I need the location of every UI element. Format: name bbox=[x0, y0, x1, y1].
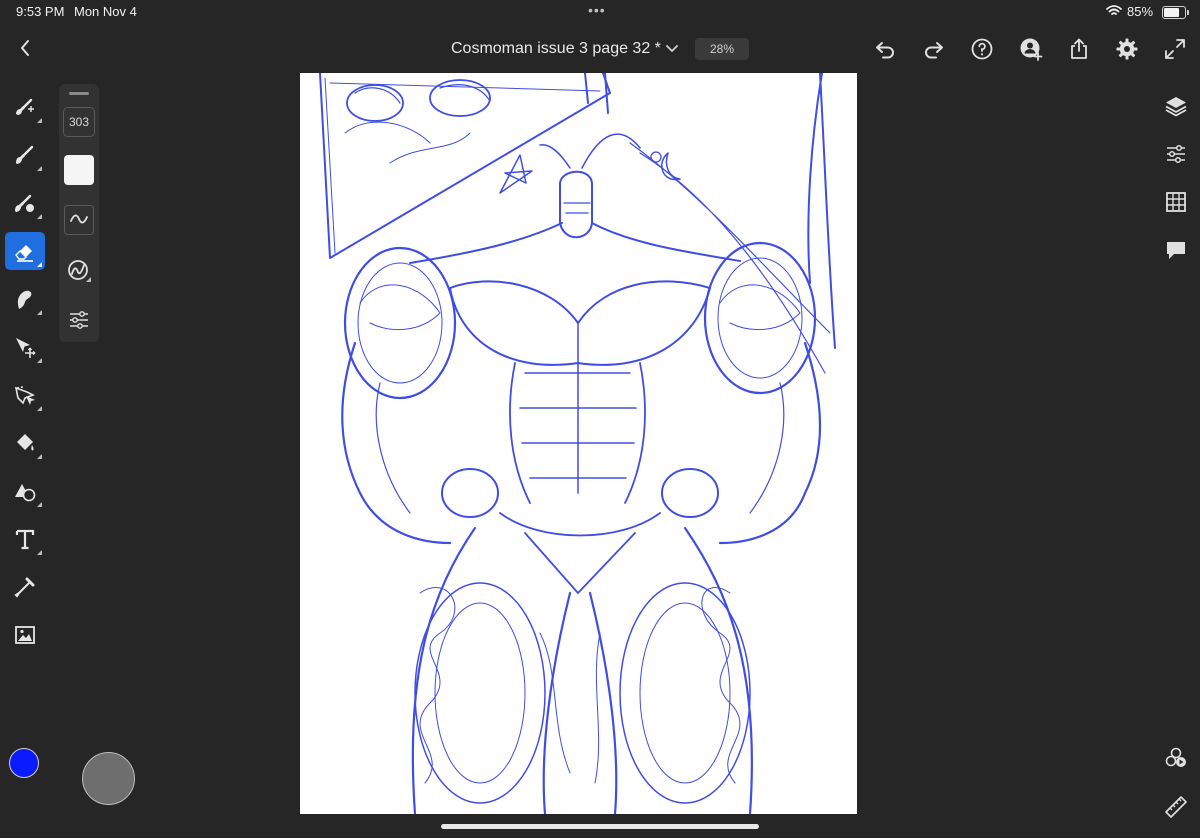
home-indicator[interactable] bbox=[441, 824, 759, 829]
fill-tool[interactable] bbox=[5, 424, 45, 462]
eyedropper-tool[interactable] bbox=[5, 568, 45, 606]
battery-icon bbox=[1162, 6, 1189, 19]
eyedropper-icon bbox=[14, 577, 35, 598]
share-icon[interactable] bbox=[1067, 37, 1091, 61]
text-tool[interactable] bbox=[5, 520, 45, 558]
eraser-icon bbox=[15, 245, 33, 262]
sketch-artwork bbox=[319, 73, 836, 814]
settings-icon[interactable] bbox=[1115, 37, 1139, 61]
invite-icon[interactable] bbox=[1019, 37, 1043, 61]
help-icon[interactable] bbox=[970, 37, 994, 61]
paint-brush-tool[interactable] bbox=[5, 88, 45, 126]
image-tool[interactable] bbox=[5, 616, 45, 654]
shapes-tool[interactable] bbox=[5, 472, 45, 510]
grid-icon[interactable] bbox=[1164, 190, 1188, 214]
battery-percent: 85% bbox=[1127, 4, 1154, 19]
selection-tool[interactable] bbox=[5, 376, 45, 414]
current-color-swatch[interactable] bbox=[9, 748, 39, 778]
multitask-dots[interactable]: ••• bbox=[588, 2, 606, 18]
brush-sliders-icon[interactable] bbox=[65, 306, 93, 334]
live-brush-icon bbox=[15, 194, 34, 212]
brush-settings-panel: 303 bbox=[59, 84, 99, 342]
top-bar: Cosmoman issue 3 page 32 * 28% bbox=[0, 24, 1200, 74]
text-icon bbox=[15, 529, 35, 550]
pixel-brush-tool[interactable] bbox=[5, 136, 45, 174]
brush-size[interactable]: 303 bbox=[63, 107, 95, 137]
properties-icon[interactable] bbox=[1164, 142, 1188, 166]
brush-dynamics-icon[interactable] bbox=[65, 256, 93, 284]
document-title[interactable]: Cosmoman issue 3 page 32 * bbox=[451, 40, 661, 58]
lasso-icon bbox=[14, 386, 35, 405]
layers-icon[interactable] bbox=[1164, 94, 1188, 118]
transform-tool[interactable] bbox=[5, 328, 45, 366]
wifi-icon bbox=[1106, 5, 1122, 15]
status-date: Mon Nov 4 bbox=[74, 4, 137, 19]
right-rail bbox=[1152, 74, 1200, 838]
ruler-icon[interactable] bbox=[1164, 795, 1188, 819]
recolor-icon[interactable] bbox=[1164, 746, 1188, 770]
touch-shortcut-button[interactable] bbox=[82, 752, 135, 805]
live-brush-tool[interactable] bbox=[5, 184, 45, 222]
smoothing-button[interactable] bbox=[64, 205, 94, 235]
paint-bucket-icon bbox=[17, 434, 34, 451]
pixel-brush-icon bbox=[16, 145, 34, 164]
status-time: 9:53 PM bbox=[16, 4, 65, 19]
image-icon bbox=[15, 626, 35, 644]
comments-icon[interactable] bbox=[1164, 238, 1188, 262]
transform-icon bbox=[16, 338, 36, 358]
tool-rail bbox=[0, 74, 48, 838]
drawing-canvas[interactable] bbox=[300, 73, 857, 814]
wave-icon bbox=[70, 214, 88, 224]
zoom-level[interactable]: 28% bbox=[695, 38, 749, 60]
back-icon[interactable] bbox=[14, 36, 38, 60]
smudge-tool[interactable] bbox=[5, 280, 45, 318]
fullscreen-icon[interactable] bbox=[1163, 37, 1187, 61]
shapes-icon bbox=[15, 484, 36, 502]
paint-brush-icon bbox=[16, 98, 34, 115]
panel-grip[interactable] bbox=[69, 92, 89, 95]
battery-fill bbox=[1164, 8, 1180, 17]
eraser-tool[interactable] bbox=[5, 232, 45, 270]
brush-opacity-swatch[interactable] bbox=[64, 155, 94, 185]
smudge-icon bbox=[17, 290, 32, 309]
chevron-down-icon[interactable] bbox=[664, 40, 680, 56]
undo-icon[interactable] bbox=[873, 37, 897, 61]
redo-icon[interactable] bbox=[922, 37, 946, 61]
status-bar: 9:53 PM Mon Nov 4 ••• 85% bbox=[0, 0, 1200, 24]
